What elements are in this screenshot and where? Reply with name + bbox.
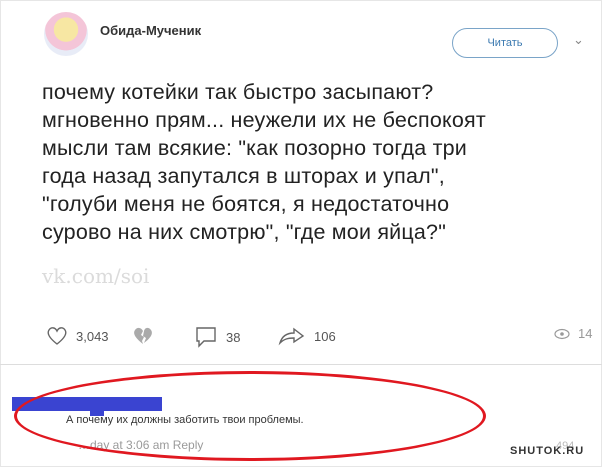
- tweet-line: сурово на них смотрю", "где мои яйца?": [42, 220, 447, 244]
- divider: [0, 364, 602, 365]
- tweet-line: "голуби меня не боятся, я недостаточно: [42, 192, 450, 216]
- broken-heart-action[interactable]: [132, 326, 154, 346]
- action-bar: 3,043 38 106 14: [46, 326, 602, 350]
- avatar[interactable]: [44, 12, 88, 56]
- tweet-line: года назад запутался в шторах и упал",: [42, 164, 445, 188]
- watermark: vk.com/soi: [42, 264, 150, 288]
- tweet-line: мгновенно прям... неужели их не беспокоя…: [42, 108, 486, 132]
- views-count: 14: [578, 326, 593, 341]
- username[interactable]: Обида-Мученик: [100, 23, 201, 38]
- broken-heart-icon: [134, 327, 152, 344]
- comment-count: 38: [226, 329, 241, 345]
- eye-icon: [554, 328, 570, 339]
- heart-icon: [47, 327, 67, 345]
- chevron-down-icon[interactable]: ⌄: [573, 32, 584, 48]
- tweet-line: мысли там всякие: "как позорно тогда три: [42, 136, 467, 160]
- comment-action[interactable]: 38: [194, 326, 240, 348]
- tweet-line: почему котейки так быстро засыпают?: [42, 80, 434, 104]
- comment-icon: [196, 327, 216, 348]
- repost-action[interactable]: 106: [278, 326, 336, 346]
- like-count: 3,043: [76, 328, 109, 344]
- repost-count: 106: [314, 328, 336, 344]
- like-action[interactable]: 3,043: [46, 326, 109, 346]
- share-arrow-icon: [278, 327, 305, 346]
- tweet-text: почему котейки так быстро засыпают? мгно…: [42, 78, 582, 246]
- highlight-oval: [14, 371, 486, 461]
- views-action: 14: [554, 326, 592, 341]
- follow-button[interactable]: Читать: [452, 28, 558, 58]
- post-header: Обида-Мученик Читать ⌄: [44, 10, 594, 60]
- site-watermark: SHUTOK.RU: [510, 445, 585, 457]
